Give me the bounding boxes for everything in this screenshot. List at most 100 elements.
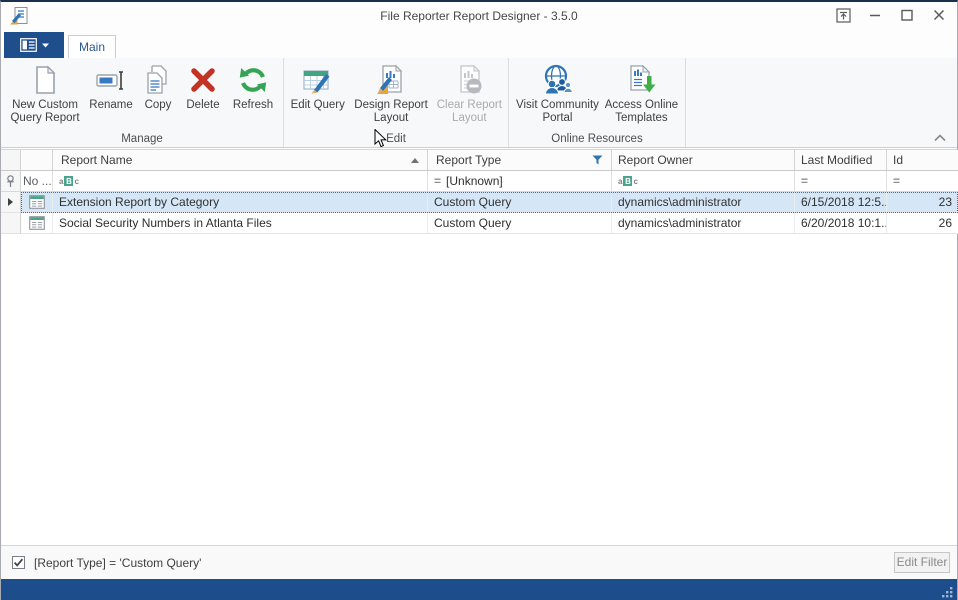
cell-report-owner: dynamics\administrator bbox=[612, 192, 795, 213]
active-filter-text[interactable]: [Report Type] = 'Custom Query' bbox=[34, 556, 201, 570]
edit-query-button[interactable]: Edit Query bbox=[288, 60, 347, 132]
button-label: Copy bbox=[145, 99, 172, 112]
grid-filter-row: No ... aBc = [Unknown] aBc = = bbox=[1, 171, 957, 192]
button-label: Visit Community Portal bbox=[513, 99, 602, 125]
resize-grip-icon[interactable] bbox=[941, 586, 954, 599]
ribbon: New Custom Query Report Rename bbox=[1, 58, 957, 148]
filter-cell-icon-column[interactable]: No ... bbox=[21, 171, 53, 192]
equals-filter-mode-icon[interactable]: = bbox=[893, 174, 900, 188]
table-row[interactable]: Extension Report by Category Custom Quer… bbox=[1, 192, 957, 213]
grid-header-row: Report Name Report Type Report Owner Las… bbox=[1, 150, 957, 171]
clear-report-layout-button: Clear Report Layout bbox=[435, 60, 504, 132]
clear-report-layout-icon bbox=[453, 64, 485, 96]
filter-row-indicator-cell bbox=[1, 171, 21, 192]
ribbon-group-edit: Edit Query Design Report Layout bbox=[284, 58, 509, 147]
design-report-layout-icon bbox=[375, 64, 407, 96]
header-icon-cell bbox=[21, 150, 53, 171]
application-menu-button[interactable] bbox=[4, 32, 64, 58]
ribbon-group-manage: New Custom Query Report Rename bbox=[1, 58, 284, 147]
reports-grid: Report Name Report Type Report Owner Las… bbox=[1, 149, 957, 545]
access-online-templates-button[interactable]: Access Online Templates bbox=[602, 60, 681, 132]
row-arrow-icon bbox=[8, 198, 13, 206]
cell-last-modified: 6/20/2018 10:1... bbox=[795, 213, 887, 234]
button-label: Rename bbox=[89, 99, 132, 112]
design-report-layout-button[interactable]: Design Report Layout bbox=[347, 60, 434, 132]
copy-icon bbox=[142, 64, 174, 96]
delete-icon bbox=[187, 64, 219, 96]
filter-cell-report-type[interactable]: = [Unknown] bbox=[428, 171, 612, 192]
abc-filter-mode-icon[interactable]: aBc bbox=[59, 176, 79, 186]
ribbon-group-online-resources: Visit Community Portal Access Online Tem… bbox=[509, 58, 686, 147]
button-label: Design Report Layout bbox=[347, 99, 434, 125]
delete-button[interactable]: Delete bbox=[179, 60, 227, 132]
maximize-button[interactable] bbox=[899, 7, 915, 23]
filter-cell-id[interactable]: = bbox=[887, 171, 958, 192]
ribbon-tab-row: Main bbox=[1, 30, 957, 58]
row-icon-cell bbox=[21, 213, 53, 234]
button-label: Edit Query bbox=[291, 99, 345, 112]
button-label: Clear Report Layout bbox=[435, 99, 504, 125]
header-indicator-cell bbox=[1, 150, 21, 171]
column-header-id[interactable]: Id bbox=[887, 150, 958, 171]
close-button[interactable] bbox=[931, 7, 947, 23]
edit-query-icon bbox=[302, 64, 334, 96]
button-label: New Custom Query Report bbox=[5, 99, 85, 125]
edit-filter-button[interactable]: Edit Filter bbox=[894, 552, 950, 573]
new-custom-query-report-button[interactable]: New Custom Query Report bbox=[5, 60, 85, 132]
button-label: Refresh bbox=[233, 99, 273, 112]
row-indicator bbox=[1, 213, 21, 234]
report-layout-icon bbox=[20, 38, 37, 52]
equals-filter-mode-icon[interactable]: = bbox=[434, 174, 441, 188]
button-label: Access Online Templates bbox=[602, 99, 681, 125]
filter-cell-last-modified[interactable]: = bbox=[795, 171, 887, 192]
filter-enabled-checkbox[interactable] bbox=[12, 556, 25, 569]
sort-ascending-icon bbox=[411, 158, 419, 163]
group-label-edit: Edit bbox=[284, 132, 508, 147]
cell-id: 23 bbox=[887, 192, 958, 213]
table-row[interactable]: Social Security Numbers in Atlanta Files… bbox=[1, 213, 957, 234]
filter-panel: [Report Type] = 'Custom Query' Edit Filt… bbox=[1, 545, 957, 579]
filter-cell-report-name[interactable]: aBc bbox=[53, 171, 428, 192]
minimize-button[interactable] bbox=[867, 7, 883, 23]
abc-filter-mode-icon[interactable]: aBc bbox=[618, 176, 638, 186]
column-header-last-modified[interactable]: Last Modified bbox=[795, 150, 887, 171]
equals-filter-mode-icon[interactable]: = bbox=[801, 174, 808, 188]
cell-last-modified: 6/15/2018 12:5... bbox=[795, 192, 887, 213]
report-table-icon bbox=[29, 216, 45, 230]
column-header-report-owner[interactable]: Report Owner bbox=[612, 150, 795, 171]
filter-funnel-icon[interactable] bbox=[592, 155, 603, 165]
collapse-ribbon-icon[interactable] bbox=[933, 133, 947, 143]
row-focus-indicator bbox=[1, 192, 21, 213]
copy-button[interactable]: Copy bbox=[137, 60, 179, 132]
window-title: File Reporter Report Designer - 3.5.0 bbox=[1, 9, 957, 23]
pin-top-button[interactable] bbox=[835, 7, 851, 23]
refresh-icon bbox=[237, 64, 269, 96]
online-templates-icon bbox=[625, 64, 657, 96]
button-label: Delete bbox=[186, 99, 219, 112]
column-header-report-name[interactable]: Report Name bbox=[53, 150, 428, 171]
title-bar: File Reporter Report Designer - 3.5.0 bbox=[1, 2, 957, 30]
status-bar bbox=[1, 579, 957, 600]
rename-button[interactable]: Rename bbox=[85, 60, 137, 132]
chevron-down-icon bbox=[42, 43, 49, 48]
column-header-report-type[interactable]: Report Type bbox=[428, 150, 612, 171]
filter-value-report-type: [Unknown] bbox=[446, 174, 503, 188]
filter-cell-report-owner[interactable]: aBc bbox=[612, 171, 795, 192]
application-window: File Reporter Report Designer - 3.5.0 bbox=[0, 0, 958, 600]
refresh-button[interactable]: Refresh bbox=[227, 60, 279, 132]
filter-pin-icon bbox=[6, 175, 15, 188]
cell-report-type: Custom Query bbox=[428, 213, 612, 234]
row-icon-cell bbox=[21, 192, 53, 213]
cell-report-name: Social Security Numbers in Atlanta Files bbox=[53, 213, 428, 234]
community-portal-icon bbox=[541, 64, 573, 96]
new-document-icon bbox=[29, 64, 61, 96]
tab-main[interactable]: Main bbox=[68, 35, 116, 58]
visit-community-portal-button[interactable]: Visit Community Portal bbox=[513, 60, 602, 132]
group-label-manage: Manage bbox=[1, 132, 283, 147]
group-label-online-resources: Online Resources bbox=[509, 132, 685, 147]
cell-id: 26 bbox=[887, 213, 958, 234]
rename-icon bbox=[95, 64, 127, 96]
cell-report-type: Custom Query bbox=[428, 192, 612, 213]
cell-report-name: Extension Report by Category bbox=[53, 192, 428, 213]
cell-report-owner: dynamics\administrator bbox=[612, 213, 795, 234]
